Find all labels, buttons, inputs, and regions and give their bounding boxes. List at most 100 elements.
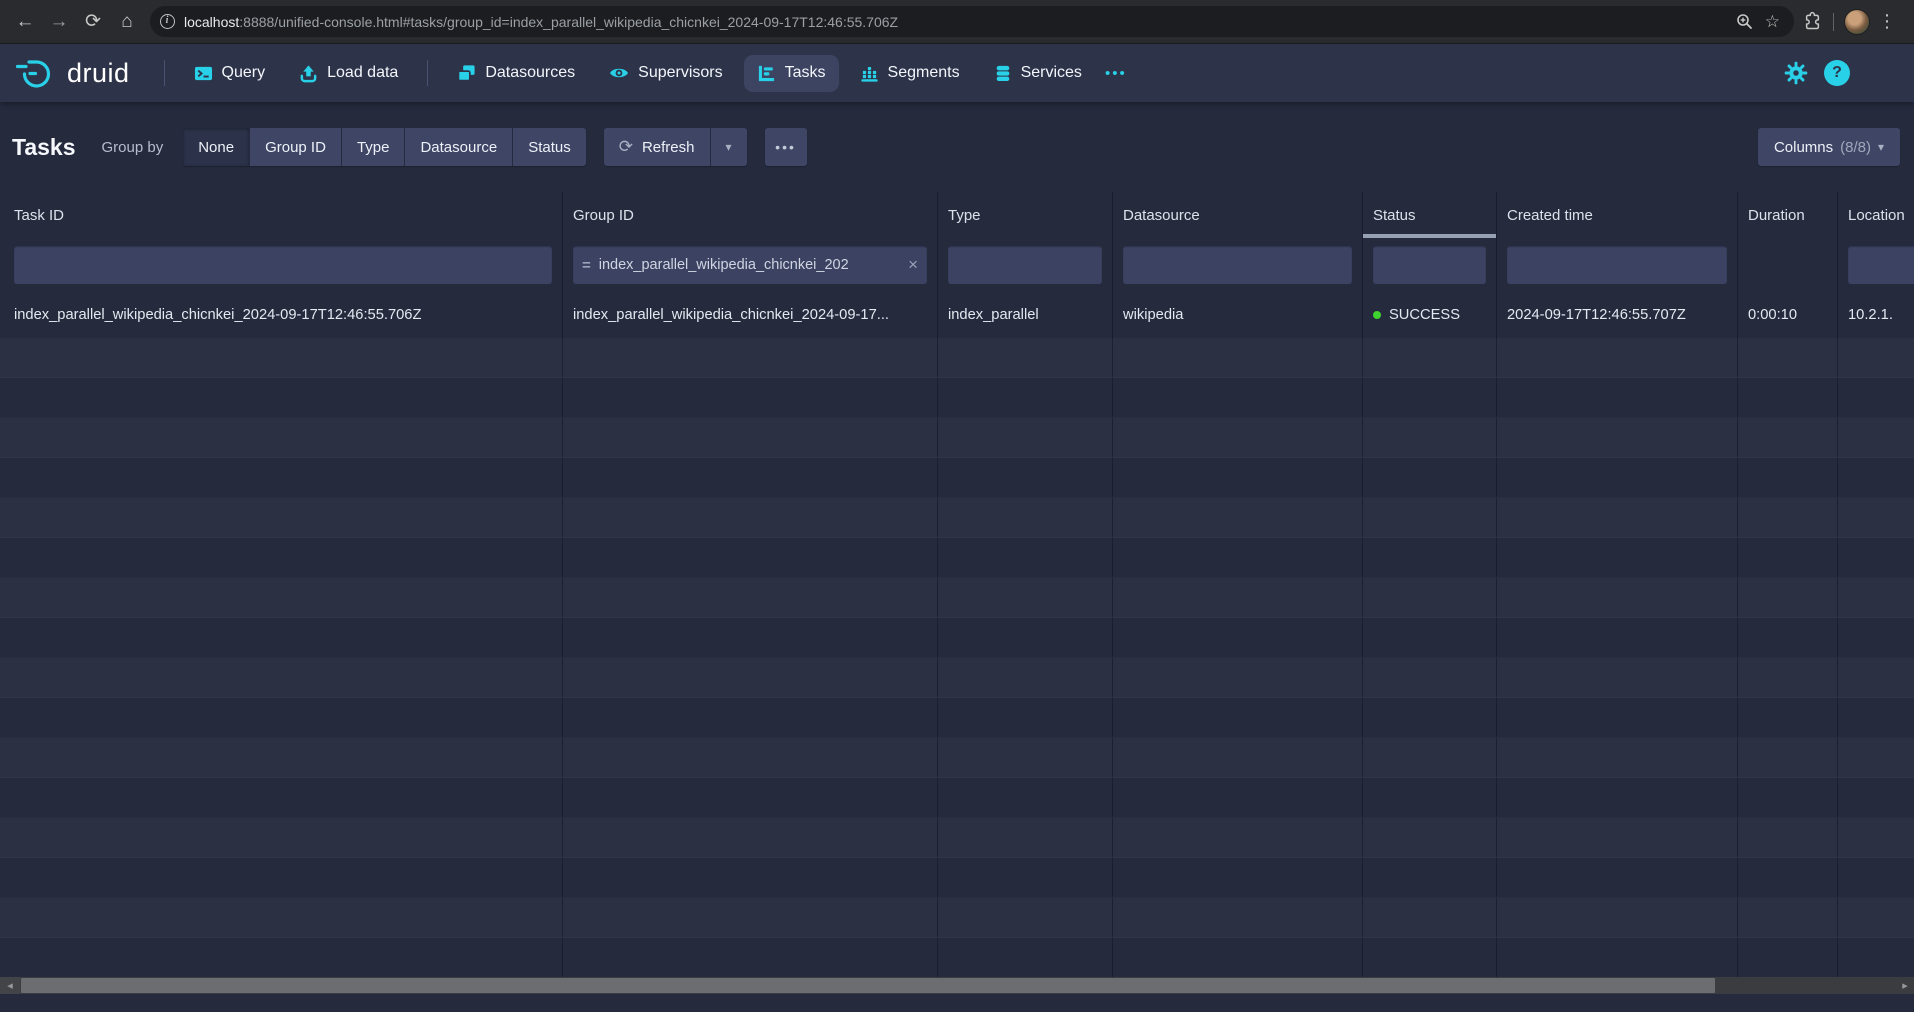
- filter-input-created-time[interactable]: [1507, 246, 1727, 284]
- cell-datasource[interactable]: wikipedia: [1113, 292, 1363, 338]
- group-by-label: Group by: [102, 139, 164, 156]
- table-row-empty: [0, 698, 1914, 738]
- page-info-icon[interactable]: i: [156, 11, 178, 33]
- clear-filter-icon[interactable]: ×: [900, 255, 918, 275]
- column-header-status[interactable]: Status: [1363, 192, 1497, 238]
- segments-bar-chart-icon: [860, 64, 879, 83]
- column-header-location[interactable]: Location: [1838, 192, 1914, 238]
- horizontal-scrollbar[interactable]: ◂ ▸: [0, 977, 1914, 994]
- zoom-page-icon[interactable]: [1736, 13, 1753, 30]
- column-header-created-time[interactable]: Created time: [1497, 192, 1738, 238]
- table-row-empty: [0, 938, 1914, 978]
- table-row-empty: [0, 738, 1914, 778]
- settings-gear-icon[interactable]: [1784, 61, 1808, 85]
- forward-icon[interactable]: →: [42, 5, 76, 39]
- status-text: SUCCESS: [1389, 307, 1460, 323]
- table-filter-row: = index_parallel_wikipedia_chicnkei_202 …: [0, 238, 1914, 292]
- back-icon[interactable]: ←: [8, 5, 42, 39]
- tasks-toolbar: Tasks Group by None Group ID Type Dataso…: [0, 102, 1914, 166]
- nav-item-services[interactable]: Services: [981, 55, 1095, 92]
- nav-item-tasks[interactable]: Tasks: [744, 55, 839, 92]
- group-by-type-button[interactable]: Type: [341, 128, 405, 166]
- nav-divider: [427, 60, 428, 86]
- extensions-icon[interactable]: [1802, 11, 1823, 32]
- table-header-row: Task ID Group ID Type Datasource Status …: [0, 192, 1914, 238]
- cell-status[interactable]: SUCCESS: [1363, 292, 1497, 338]
- cell-task-id[interactable]: index_parallel_wikipedia_chicnkei_2024-0…: [0, 292, 563, 338]
- filter-input-location[interactable]: [1848, 246, 1914, 284]
- table-row-empty: [0, 898, 1914, 938]
- tasks-table: Task ID Group ID Type Datasource Status …: [0, 192, 1914, 978]
- table-row-empty: [0, 338, 1914, 378]
- columns-count: (8/8): [1840, 139, 1871, 156]
- filter-input-status[interactable]: [1373, 246, 1486, 284]
- more-actions-button[interactable]: •••: [765, 128, 807, 166]
- nav-overflow-button[interactable]: •••: [1095, 57, 1137, 90]
- refresh-button[interactable]: ⟳ Refresh: [604, 128, 710, 166]
- nav-item-query[interactable]: Query: [181, 55, 279, 92]
- table-row-empty: [0, 778, 1914, 818]
- scroll-right-arrow[interactable]: ▸: [1896, 977, 1914, 994]
- nav-item-label: Tasks: [785, 64, 826, 82]
- scrollbar-thumb[interactable]: [21, 978, 1715, 993]
- table-row[interactable]: index_parallel_wikipedia_chicnkei_2024-0…: [0, 292, 1914, 338]
- column-header-group-id[interactable]: Group ID: [563, 192, 938, 238]
- datasources-icon: [457, 64, 476, 83]
- filter-input-type[interactable]: [948, 246, 1102, 284]
- group-by-group-id-button[interactable]: Group ID: [249, 128, 341, 166]
- table-row-empty: [0, 618, 1914, 658]
- nav-item-label: Segments: [888, 64, 960, 82]
- filter-input-task-id[interactable]: [14, 246, 552, 284]
- filter-input-datasource[interactable]: [1123, 246, 1352, 284]
- group-by-status-button[interactable]: Status: [512, 128, 586, 166]
- gantt-chart-icon: [757, 64, 776, 83]
- nav-item-supervisors[interactable]: Supervisors: [596, 54, 735, 92]
- refresh-label: Refresh: [642, 139, 695, 156]
- help-icon[interactable]: ?: [1824, 60, 1850, 86]
- bookmark-star-icon[interactable]: ☆: [1765, 12, 1780, 32]
- column-header-duration[interactable]: Duration: [1738, 192, 1838, 238]
- column-header-task-id[interactable]: Task ID: [0, 192, 563, 238]
- druid-logo-icon: [14, 56, 58, 90]
- cell-created-time[interactable]: 2024-09-17T12:46:55.707Z: [1497, 292, 1738, 338]
- group-by-none-button[interactable]: None: [183, 128, 249, 166]
- nav-item-label: Query: [222, 64, 266, 82]
- nav-item-segments[interactable]: Segments: [847, 55, 973, 92]
- columns-dropdown-button[interactable]: Columns (8/8) ▾: [1758, 128, 1900, 166]
- nav-item-label: Services: [1021, 64, 1082, 82]
- url-bar[interactable]: i localhost:8888/unified-console.html#ta…: [150, 6, 1794, 37]
- column-header-datasource[interactable]: Datasource: [1113, 192, 1363, 238]
- cell-group-id[interactable]: index_parallel_wikipedia_chicnkei_2024-0…: [563, 292, 938, 338]
- cell-duration[interactable]: 0:00:10: [1738, 292, 1838, 338]
- refresh-interval-dropdown-button[interactable]: ▾: [710, 128, 747, 166]
- url-path: :8888/unified-console.html#tasks/group_i…: [239, 14, 898, 30]
- filter-equals-icon: =: [582, 257, 591, 274]
- home-icon[interactable]: ⌂: [110, 5, 144, 39]
- refresh-icon: ⟳: [619, 137, 633, 157]
- nav-item-label: Supervisors: [638, 64, 722, 82]
- console-icon: [194, 64, 213, 83]
- filter-input-group-id[interactable]: = index_parallel_wikipedia_chicnkei_202 …: [573, 246, 927, 284]
- table-row-empty: [0, 458, 1914, 498]
- nav-divider: [164, 60, 165, 86]
- profile-avatar[interactable]: [1844, 9, 1870, 35]
- scroll-left-arrow[interactable]: ◂: [0, 977, 20, 994]
- brand-name: druid: [67, 58, 130, 89]
- nav-item-datasources[interactable]: Datasources: [444, 55, 588, 92]
- browser-chrome: ← → ⟳ ⌂ i localhost:8888/unified-console…: [0, 0, 1914, 44]
- success-status-dot: [1373, 311, 1381, 319]
- druid-logo[interactable]: druid: [14, 56, 130, 90]
- table-row-empty: [0, 858, 1914, 898]
- group-by-datasource-button[interactable]: Datasource: [404, 128, 512, 166]
- group-by-segmented-control: None Group ID Type Datasource Status: [183, 128, 586, 166]
- cell-type[interactable]: index_parallel: [938, 292, 1113, 338]
- table-row-empty: [0, 418, 1914, 458]
- column-header-type[interactable]: Type: [938, 192, 1113, 238]
- browser-menu-icon[interactable]: ⋮: [1870, 5, 1904, 39]
- cell-location[interactable]: 10.2.1.: [1838, 292, 1914, 338]
- page-title: Tasks: [12, 134, 76, 161]
- chevron-down-icon: ▾: [1878, 140, 1884, 154]
- reload-icon[interactable]: ⟳: [76, 5, 110, 39]
- table-row-empty: [0, 578, 1914, 618]
- nav-item-load-data[interactable]: Load data: [286, 55, 411, 92]
